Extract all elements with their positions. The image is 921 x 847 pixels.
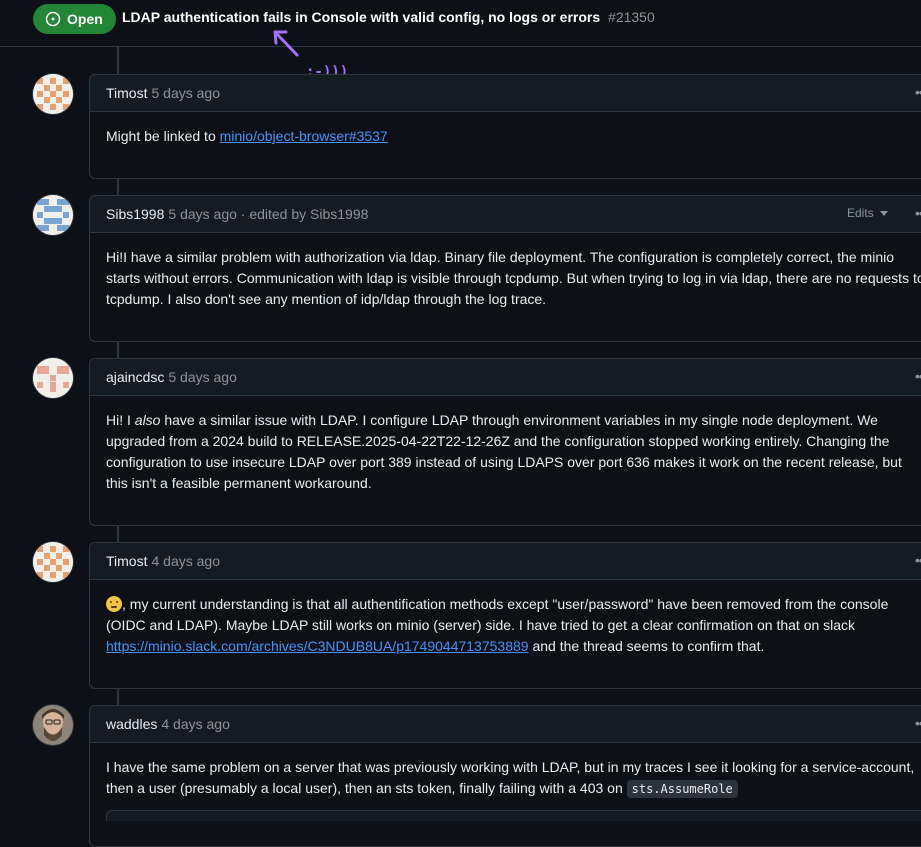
issue-state-badge: Open (33, 4, 116, 34)
comment-author[interactable]: ajaincdsc (106, 369, 164, 385)
identicon-avatar-icon (33, 542, 73, 582)
identicon-avatar-icon (33, 195, 73, 235)
edits-label: Edits (847, 206, 874, 220)
comment-body: I have the same problem on a server that… (90, 743, 921, 837)
comment-text: have a similar issue with LDAP. I config… (106, 412, 902, 491)
comment-body: Hi! I also have a similar issue with LDA… (90, 396, 921, 510)
comment-text: I have the same problem on a server that… (106, 759, 915, 796)
kebab-horizontal-icon[interactable]: ••• (915, 205, 921, 221)
kebab-horizontal-icon[interactable]: ••• (915, 368, 921, 384)
comment-body: Hi!I have a similar problem with authori… (106, 249, 921, 307)
slack-link[interactable]: https://minio.slack.com/archives/C3NDUB8… (106, 638, 529, 654)
comment-text: Might be linked to (106, 128, 220, 144)
triangle-down-icon (879, 210, 888, 216)
comment-card: waddles 4 days ago ••• I have the same p… (89, 705, 921, 847)
comment-header: waddles 4 days ago ••• (90, 706, 921, 743)
user-photo-avatar-icon (33, 705, 73, 745)
avatar[interactable] (33, 705, 73, 745)
comment-card: Timost 4 days ago ••• , my current under… (89, 542, 921, 689)
code-block (106, 810, 921, 821)
comment-emphasis: also (134, 412, 161, 428)
comment-time[interactable]: 5 days ago (151, 85, 220, 101)
avatar[interactable] (33, 358, 73, 398)
comment-header: Timost 4 days ago ••• (90, 543, 921, 580)
issue-number: #21350 (608, 9, 655, 25)
kebab-horizontal-icon[interactable]: ••• (915, 552, 921, 568)
comment-author[interactable]: Timost (106, 553, 147, 569)
issue-open-icon (45, 11, 61, 27)
issue-title-text: LDAP authentication fails in Console wit… (122, 9, 601, 25)
comment-body: , my current understanding is that all a… (90, 580, 921, 673)
comment-text: Hi! I (106, 412, 135, 428)
comment-time[interactable]: 5 days ago (168, 369, 237, 385)
comment-author[interactable]: waddles (106, 716, 157, 732)
issue-state-label: Open (67, 11, 103, 27)
comment-card: Timost 5 days ago ••• Might be linked to… (89, 74, 921, 179)
comment-author[interactable]: Sibs1998 (106, 206, 164, 222)
comment-author[interactable]: Timost (106, 85, 147, 101)
thinking-face-icon (106, 596, 122, 612)
annotation-arrow-icon (273, 30, 299, 57)
inline-code: sts.AssumeRole (626, 780, 738, 798)
comment-header: ajaincdsc 5 days ago ••• (90, 359, 921, 396)
comment-time[interactable]: 4 days ago (151, 553, 220, 569)
avatar[interactable] (33, 542, 73, 582)
comment-header: Timost 5 days ago ••• (90, 75, 921, 112)
identicon-avatar-icon (33, 74, 73, 114)
issue-title: LDAP authentication fails in Console wit… (122, 9, 655, 25)
kebab-horizontal-icon[interactable]: ••• (915, 715, 921, 731)
avatar[interactable] (33, 74, 73, 114)
issue-header: Open LDAP authentication fails in Consol… (0, 0, 921, 47)
comment-text: and the thread seems to confirm that. (528, 638, 765, 654)
comment-time[interactable]: 4 days ago (161, 716, 230, 732)
edits-dropdown[interactable]: Edits (847, 206, 888, 220)
comment-header: Sibs1998 5 days ago · edited by Sibs1998… (90, 196, 921, 233)
identicon-avatar-icon (33, 358, 73, 398)
comment-body: Might be linked to minio/object-browser#… (90, 112, 921, 163)
comment-card: ajaincdsc 5 days ago ••• Hi! I also have… (89, 358, 921, 526)
avatar[interactable] (33, 195, 73, 235)
issue-reference-link[interactable]: minio/object-browser#3537 (220, 128, 388, 144)
comment-text: , my current understanding is that all a… (106, 596, 889, 633)
comment-time[interactable]: 5 days ago · edited by Sibs1998 (168, 206, 368, 222)
kebab-horizontal-icon[interactable]: ••• (915, 84, 921, 100)
comment-card: Sibs1998 5 days ago · edited by Sibs1998… (89, 195, 921, 342)
